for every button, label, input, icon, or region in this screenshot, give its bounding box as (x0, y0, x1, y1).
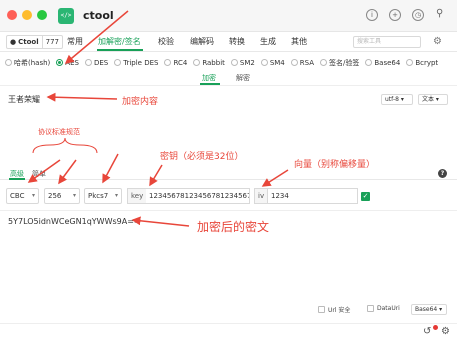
settings-gear-icon[interactable]: ⚙ (433, 36, 442, 47)
nav-item-generate[interactable]: 生成 (260, 36, 276, 47)
nav-item-other[interactable]: 其他 (291, 36, 307, 47)
help-icon[interactable]: ? (438, 169, 447, 178)
radio-base64[interactable]: Base64 (365, 59, 400, 67)
algorithm-radio-group: 哈希(hash) AES DES Triple DES RC4 Rabbit S… (5, 57, 455, 68)
app-logo-icon: </> (58, 8, 74, 24)
radio-rsa[interactable]: RSA (290, 59, 314, 67)
active-nav-indicator (97, 49, 143, 51)
nav-item-codec[interactable]: 编解码 (190, 36, 214, 47)
active-mode-indicator (9, 178, 25, 180)
app-title: ctool (83, 9, 114, 22)
star-count: 777 (45, 38, 59, 46)
radio-triple-des[interactable]: Triple DES (114, 59, 158, 67)
maximize-window-button[interactable] (37, 10, 47, 20)
github-icon: ● (10, 38, 17, 46)
radio-hash[interactable]: 哈希(hash) (5, 58, 50, 68)
annotation-output-note: 加密后的密文 (197, 220, 270, 234)
radio-rabbit[interactable]: Rabbit (193, 59, 225, 67)
radio-sm2[interactable]: SM2 (230, 59, 255, 67)
nav-item-common[interactable]: 常用 (67, 36, 83, 47)
output-format-select[interactable]: Base64 ▾ (411, 304, 447, 315)
radio-des[interactable]: DES (84, 59, 108, 67)
pin-icon[interactable]: ⚲ (436, 8, 443, 19)
ctool-github-button[interactable]: ● Ctool 777 (6, 35, 63, 49)
tab-simple[interactable]: 简单 (32, 169, 46, 179)
close-window-button[interactable] (7, 10, 17, 20)
radio-sm4[interactable]: SM4 (260, 59, 285, 67)
iv-label: iv (254, 188, 269, 204)
annotation-input-note: 加密内容 (122, 97, 159, 107)
annotation-protocol-note: 协议标准规范 (38, 128, 80, 136)
nav-item-verify[interactable]: 校验 (158, 36, 174, 47)
nav-item-encryption[interactable]: 加解密/签名 (98, 36, 141, 47)
history-icon[interactable]: ↺ (423, 326, 431, 337)
title-bar: </> ctool i + ◷ ⚲ (0, 0, 457, 32)
info-icon[interactable]: i (366, 9, 378, 21)
key-label: key (127, 188, 148, 204)
divider (0, 85, 457, 86)
url-safe-checkbox[interactable]: Url 安全 (318, 305, 350, 314)
annotation-iv-note: 向量（别称偏移量） (294, 160, 376, 170)
radio-bcrypt[interactable]: Bcrypt (406, 59, 438, 67)
tool-search-input[interactable]: 搜索工具 (353, 36, 421, 48)
tab-encrypt[interactable]: 加密 (202, 73, 216, 83)
radio-aes[interactable]: AES (56, 59, 79, 67)
ciphertext-output[interactable]: 5Y7LO5idnWCeGN1qYWWs9A== (8, 217, 141, 226)
nav-item-convert[interactable]: 转换 (229, 36, 245, 47)
zoom-icon[interactable]: + (389, 9, 401, 21)
ctool-label: Ctool (18, 38, 39, 46)
radio-sign-verify[interactable]: 签名/验签 (320, 58, 359, 68)
mode-tabs: 高级 简单 (0, 166, 457, 180)
encoding-select[interactable]: utf-8 ▾ (381, 94, 413, 105)
clock-icon[interactable]: ◷ (412, 9, 424, 21)
mode-select[interactable]: CBC ▾ (6, 188, 39, 204)
input-type-select[interactable]: 文本 ▾ (418, 94, 448, 105)
cipher-params-row: CBC ▾ 256 ▾ Pkcs7 ▾ key 1234567812345678123… (0, 185, 457, 207)
data-uri-checkbox[interactable]: DataUri (367, 305, 400, 312)
iv-input[interactable]: 1234 (268, 188, 358, 204)
radio-rc4[interactable]: RC4 (164, 59, 187, 67)
settings-icon[interactable]: ⚙ (441, 326, 450, 337)
minimize-window-button[interactable] (22, 10, 32, 20)
iv-enabled-checkbox[interactable]: ✓ (361, 192, 370, 201)
tab-decrypt[interactable]: 解密 (236, 73, 250, 83)
key-input[interactable]: 12345678123456781234567812345678 (146, 188, 250, 204)
footer-bar (0, 323, 457, 342)
notification-badge (433, 325, 438, 330)
key-size-select[interactable]: 256 ▾ (44, 188, 80, 204)
annotation-key-note: 密钥（必须是32位） (160, 152, 244, 162)
plaintext-input[interactable]: 王者荣耀 (8, 94, 40, 105)
padding-select[interactable]: Pkcs7 ▾ (84, 188, 122, 204)
